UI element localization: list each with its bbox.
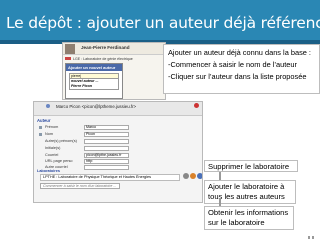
section-author-heading: Auteur — [37, 118, 51, 123]
field-label: URL page perso — [45, 159, 73, 163]
suggestion-item[interactable]: Pierre Picon — [70, 84, 118, 89]
field-label: Nom — [45, 132, 54, 136]
user-header: Jean-Pierre Ferdinand — [63, 43, 165, 55]
field-row: Initiale(s) — [39, 146, 201, 152]
field-row: Prénom Marco — [39, 125, 201, 131]
add-lab-input[interactable]: Commencer à saisir le nom d'un laboratoi… — [40, 183, 120, 189]
delete-lab-icon[interactable] — [183, 173, 189, 179]
field-input[interactable] — [84, 146, 129, 151]
author-suggestions: nouvel auteur ... Pierre Picon — [69, 79, 119, 90]
field-label: Initiale(s) — [45, 146, 61, 150]
author-form-header: Marco Picon <picon@lptheme.jussieu.fr> — [34, 102, 202, 116]
user-photo — [65, 44, 75, 54]
field-input[interactable]: Marco — [84, 125, 129, 130]
field-icon — [39, 126, 42, 129]
field-row: Autre courriel — [39, 165, 201, 171]
field-label: Courriel — [45, 153, 59, 157]
field-input[interactable]: Picon — [84, 132, 129, 137]
field-input[interactable]: http: — [84, 159, 129, 164]
author-form-screenshot: Marco Picon <picon@lptheme.jussieu.fr> A… — [33, 101, 203, 203]
field-label: Prénom — [45, 125, 59, 129]
section-labs-heading: Laboratoires — [37, 169, 60, 173]
field-label: Autre(s) prénom(s) — [45, 139, 77, 143]
slide-number-mark — [308, 236, 316, 240]
lab-info-icon[interactable] — [197, 173, 202, 179]
field-input[interactable] — [84, 165, 129, 170]
dialog-title: Ajouter un nouvel auteur — [66, 64, 122, 71]
field-row: Autre(s) prénom(s) — [39, 139, 201, 145]
user-icon — [46, 104, 50, 108]
add-author-dialog: Ajouter un nouvel auteur pierre| nouvel … — [65, 63, 123, 99]
close-icon[interactable] — [194, 103, 199, 108]
field-icon — [39, 133, 42, 136]
label-lab-info: Obtenir les informations sur le laborato… — [204, 206, 294, 230]
field-row: Nom Picon — [39, 132, 201, 138]
lab-icon — [65, 57, 71, 60]
instructions-callout: Ajouter un auteur déjà connu dans la bas… — [163, 44, 320, 94]
lab-entry: LPTHE : Laboratoire de Physique Théoriqu… — [40, 174, 180, 181]
callout-line: Ajouter un auteur déjà connu dans la bas… — [168, 48, 311, 57]
callout-line: -Commencer à saisir le nom de l’auteur — [168, 60, 297, 69]
field-input[interactable] — [84, 139, 129, 144]
author-form-title: Marco Picon <picon@lptheme.jussieu.fr> — [56, 104, 137, 109]
label-delete-lab: Supprimer le laboratoire — [204, 160, 298, 172]
add-lab-all-authors-icon[interactable] — [190, 173, 196, 179]
user-lab-text: LGE : Laboratoire de génie électrique — [73, 57, 133, 61]
callout-line: -Cliquer sur l’auteur dans la liste prop… — [168, 72, 307, 81]
field-input[interactable]: picon@lpthe.jussieu.fr — [84, 153, 129, 158]
user-lab-line: LGE : Laboratoire de génie électrique — [65, 57, 133, 61]
add-author-screenshot: Jean-Pierre Ferdinand LGE : Laboratoire … — [62, 42, 166, 100]
slide-title: Le dépôt : ajouter un auteur déjà référe… — [6, 14, 320, 32]
label-add-lab-all: Ajouter le laboratoire à tous les autres… — [204, 180, 296, 204]
user-name: Jean-Pierre Ferdinand — [81, 45, 130, 50]
